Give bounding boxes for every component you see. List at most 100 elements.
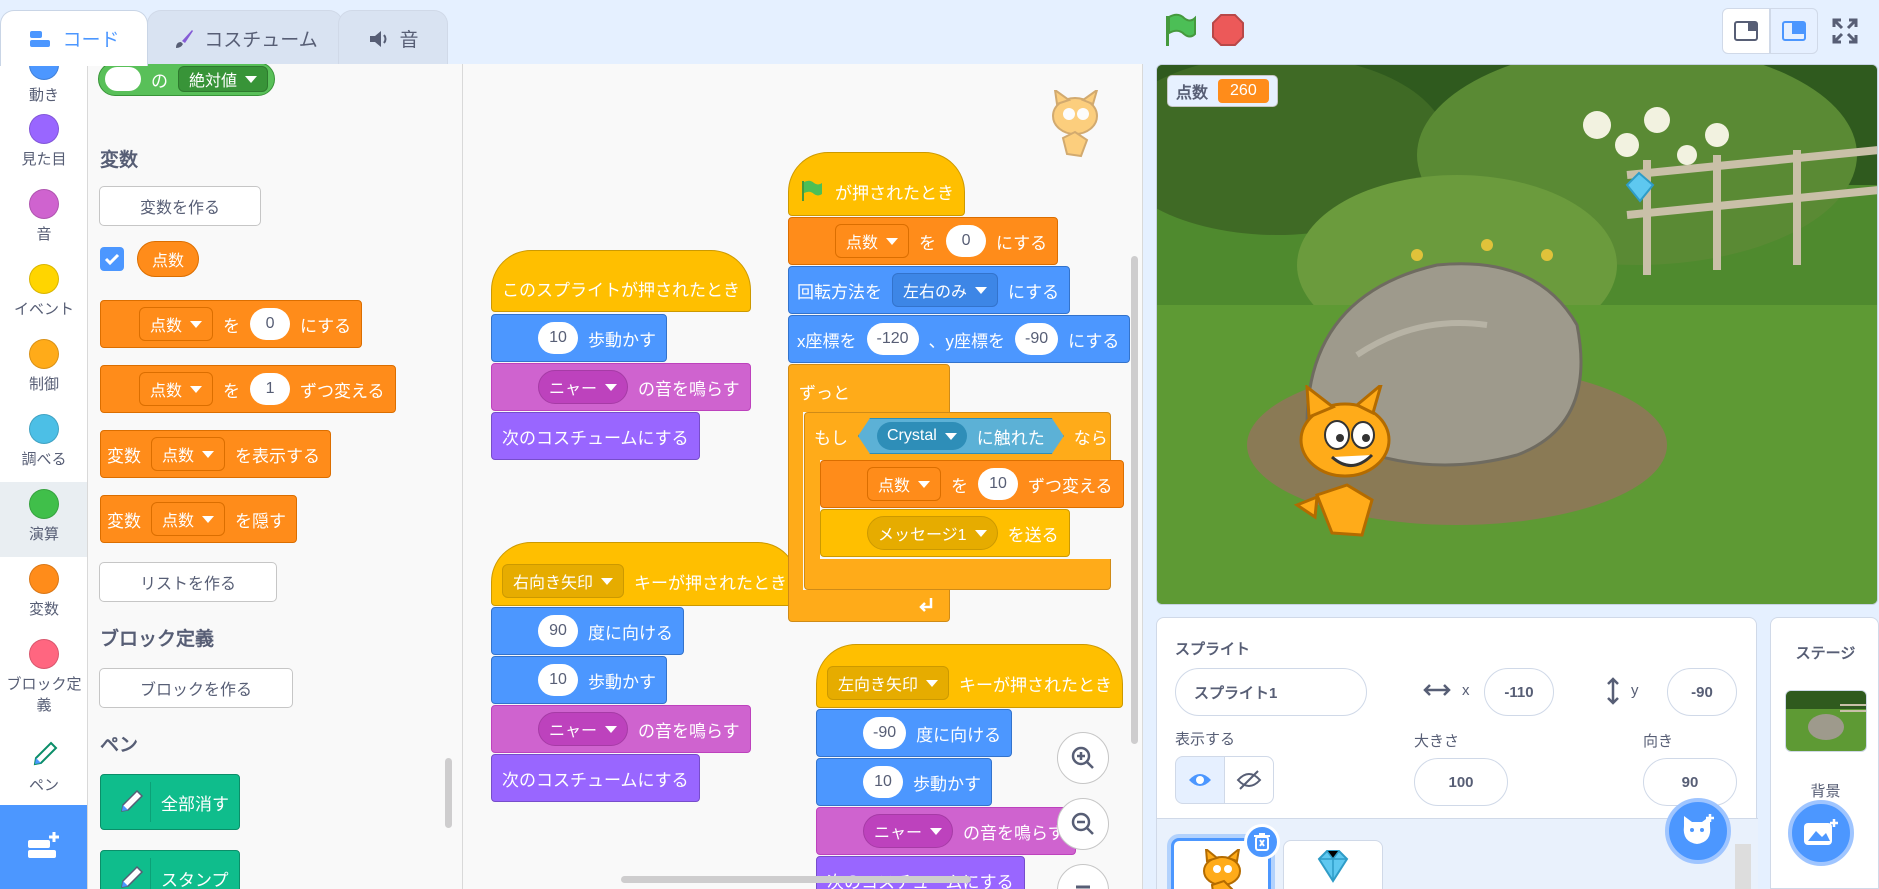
y-field[interactable]: -90 bbox=[1667, 668, 1737, 716]
category-events[interactable]: イベント bbox=[0, 264, 87, 339]
stage-target-panel[interactable]: ステージ 背景 bbox=[1770, 617, 1879, 889]
s2-costume-block[interactable]: 次のコスチュームにする bbox=[491, 754, 700, 802]
category-sound[interactable]: 音 bbox=[0, 189, 87, 264]
add-sprite-button[interactable] bbox=[1665, 798, 1731, 864]
s4-direction-value[interactable]: -90 bbox=[863, 717, 907, 749]
s1-move-block[interactable]: 10 歩動かす bbox=[491, 314, 667, 362]
s4-hat-block[interactable]: 左向き矢印 キーが押されたとき bbox=[816, 644, 1124, 708]
sprite-list-scrollbar[interactable] bbox=[1735, 844, 1751, 889]
s3-change-var-dropdown[interactable]: 点数 bbox=[867, 467, 942, 501]
category-sensing[interactable]: 調べる bbox=[0, 414, 87, 489]
show-hidden-button[interactable] bbox=[1224, 756, 1274, 804]
green-flag-icon[interactable] bbox=[1160, 12, 1200, 53]
s2-key-dropdown[interactable]: 右向き矢印 bbox=[502, 564, 625, 598]
category-looks[interactable]: 見た目 bbox=[0, 114, 87, 189]
fullscreen-icon[interactable] bbox=[1830, 16, 1860, 51]
var-checkbox[interactable] bbox=[100, 247, 124, 271]
change-var-dropdown[interactable]: 点数 bbox=[139, 372, 214, 406]
s2-direction-value[interactable]: 90 bbox=[538, 615, 578, 647]
stage-thumbnail[interactable] bbox=[1785, 690, 1867, 752]
s1-hat-block[interactable]: このスプライトが押されたとき bbox=[491, 250, 751, 312]
s3-set-var-block[interactable]: 点数 を 0 にする bbox=[788, 217, 1059, 265]
set-var-value[interactable]: 0 bbox=[250, 308, 291, 340]
pen-stamp-block[interactable]: スタンプ bbox=[100, 850, 240, 889]
s2-hat-block[interactable]: 右向き矢印 キーが押されたとき bbox=[491, 542, 799, 606]
s3-change-var-block[interactable]: 点数 を 10 ずつ変える bbox=[820, 460, 1124, 508]
s3-touching-block[interactable]: Crystal に触れた bbox=[858, 418, 1064, 454]
add-extension-button[interactable] bbox=[0, 805, 87, 889]
s3-rotation-dropdown[interactable]: 左右のみ bbox=[892, 273, 999, 307]
code-vertical-scrollbar[interactable] bbox=[1131, 256, 1138, 744]
s3-set-var-dropdown[interactable]: 点数 bbox=[835, 224, 910, 258]
s2-move-block[interactable]: 10 歩動かす bbox=[491, 656, 667, 704]
category-pen[interactable]: ペン bbox=[0, 740, 87, 815]
tab-costume[interactable]: コスチューム bbox=[147, 10, 343, 66]
hide-var-dropdown[interactable]: 点数 bbox=[151, 502, 226, 536]
category-motion[interactable]: 動き bbox=[0, 64, 87, 111]
make-variable-button[interactable]: 変数を作る bbox=[99, 186, 261, 226]
s4-move-block[interactable]: 10 歩動かす bbox=[816, 758, 992, 806]
s1-sound-block[interactable]: ニャー の音を鳴らす bbox=[491, 363, 751, 411]
show-visible-button[interactable] bbox=[1175, 756, 1225, 804]
set-var-dropdown[interactable]: 点数 bbox=[139, 307, 214, 341]
abs-dropdown[interactable]: 絶対値 bbox=[178, 66, 269, 92]
x-field[interactable]: -110 bbox=[1484, 668, 1554, 716]
palette-show-var-block[interactable]: 変数 点数 を表示する bbox=[100, 430, 332, 478]
palette-set-var-block[interactable]: 点数 を 0 にする bbox=[100, 300, 363, 348]
s2-direction-block[interactable]: 90 度に向ける bbox=[491, 607, 684, 655]
s3-set-value[interactable]: 0 bbox=[946, 225, 987, 257]
category-variables[interactable]: 変数 bbox=[0, 564, 87, 639]
abs-input[interactable] bbox=[105, 67, 141, 91]
s4-sound-dropdown[interactable]: ニャー bbox=[863, 814, 954, 848]
var-reporter[interactable]: 点数 bbox=[137, 241, 200, 277]
palette-scrollbar[interactable] bbox=[445, 758, 452, 828]
s2-sound-dropdown[interactable]: ニャー bbox=[538, 712, 629, 746]
s2-move-value[interactable]: 10 bbox=[538, 664, 578, 696]
make-block-button[interactable]: ブロックを作る bbox=[99, 668, 293, 708]
s4-sound-block[interactable]: ニャー の音を鳴らす bbox=[816, 807, 1076, 855]
variable-monitor[interactable]: 点数 260 bbox=[1167, 75, 1278, 107]
sprite-tile-crystal[interactable] bbox=[1283, 840, 1383, 889]
change-var-value[interactable]: 1 bbox=[250, 373, 291, 405]
category-operators[interactable]: 演算 bbox=[0, 482, 87, 557]
s1-move-value[interactable]: 10 bbox=[538, 322, 578, 354]
palette-hide-var-block[interactable]: 変数 点数 を隠す bbox=[100, 495, 298, 543]
code-horizontal-scrollbar[interactable] bbox=[621, 876, 971, 883]
zoom-reset-button[interactable] bbox=[1057, 864, 1109, 889]
stage-canvas[interactable]: 点数 260 bbox=[1156, 64, 1878, 605]
pen-clear-block[interactable]: 全部消す bbox=[100, 774, 240, 830]
category-myblocks[interactable]: ブロック定義 bbox=[0, 639, 87, 729]
s3-goto-x-value[interactable]: -120 bbox=[866, 323, 919, 355]
s4-key-dropdown[interactable]: 左向き矢印 bbox=[827, 666, 950, 700]
s3-rotation-block[interactable]: 回転方法を 左右のみ にする bbox=[788, 266, 1071, 314]
palette-change-var-block[interactable]: 点数 を 1 ずつ変える bbox=[100, 365, 396, 413]
sprite-name-field[interactable]: スプライト1 bbox=[1175, 668, 1367, 716]
abs-block[interactable]: の 絶対値 bbox=[98, 64, 276, 96]
tab-code[interactable]: コード bbox=[0, 10, 148, 66]
s1-costume-block[interactable]: 次のコスチュームにする bbox=[491, 412, 700, 460]
make-list-button[interactable]: リストを作る bbox=[99, 562, 277, 602]
s1-sound-dropdown[interactable]: ニャー bbox=[538, 370, 629, 404]
zoom-in-button[interactable] bbox=[1057, 732, 1109, 784]
s4-move-value[interactable]: 10 bbox=[863, 766, 903, 798]
tab-sound[interactable]: 音 bbox=[338, 10, 448, 66]
s3-goto-y-value[interactable]: -90 bbox=[1015, 323, 1059, 355]
zoom-out-button[interactable] bbox=[1057, 798, 1109, 850]
s3-broadcast-block[interactable]: メッセージ1 を送る bbox=[820, 509, 1070, 557]
s3-touching-dropdown[interactable]: Crystal bbox=[877, 422, 967, 450]
s3-goto-block[interactable]: x座標を -120 、y座標を -90 にする bbox=[788, 315, 1131, 363]
category-control[interactable]: 制御 bbox=[0, 339, 87, 414]
show-var-dropdown[interactable]: 点数 bbox=[151, 437, 226, 471]
s3-hat-block[interactable]: が押されたとき bbox=[788, 152, 965, 216]
large-stage-button[interactable] bbox=[1770, 8, 1818, 54]
s4-direction-block[interactable]: -90 度に向ける bbox=[816, 709, 1013, 757]
delete-sprite-button[interactable] bbox=[1244, 824, 1280, 860]
stop-icon[interactable] bbox=[1210, 12, 1246, 53]
s4-costume-block[interactable]: 次のコスチュームにする bbox=[816, 856, 1025, 889]
size-field[interactable]: 100 bbox=[1414, 758, 1508, 806]
s3-change-value[interactable]: 10 bbox=[978, 468, 1019, 500]
small-stage-button[interactable] bbox=[1722, 8, 1770, 54]
code-workspace[interactable]: このスプライトが押されたとき 10 歩動かす ニャー の音を鳴らす 次のコスチュ… bbox=[463, 64, 1143, 889]
add-backdrop-button[interactable] bbox=[1788, 800, 1854, 866]
s2-sound-block[interactable]: ニャー の音を鳴らす bbox=[491, 705, 751, 753]
